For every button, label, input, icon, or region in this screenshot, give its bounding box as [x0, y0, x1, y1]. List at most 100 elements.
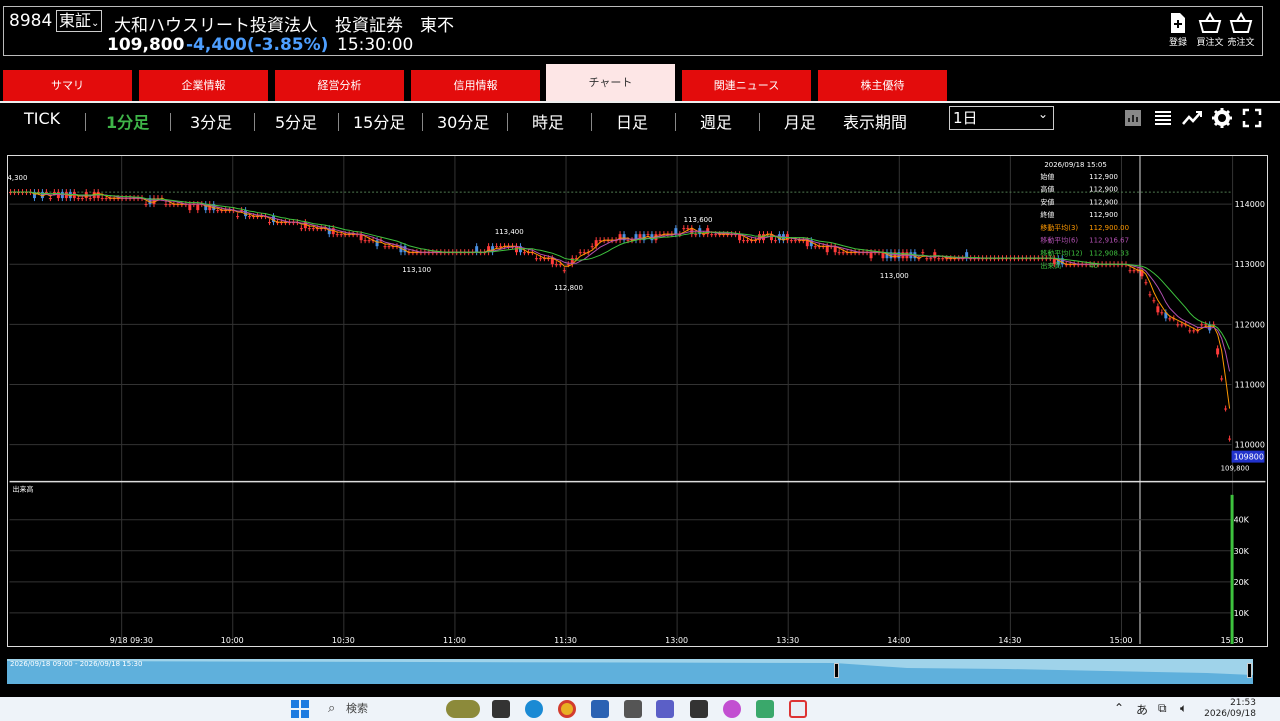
candle — [710, 234, 714, 236]
period-15min[interactable]: 15分足 — [353, 109, 405, 133]
candle — [566, 264, 570, 266]
notepad-icon[interactable] — [591, 700, 609, 718]
period-5min[interactable]: 5分足 — [275, 109, 317, 133]
navigator-handle-left[interactable] — [834, 663, 839, 678]
candle — [299, 228, 303, 230]
task-view-icon[interactable] — [492, 700, 510, 718]
candle — [742, 240, 746, 242]
bar-chart-icon[interactable] — [1122, 107, 1144, 129]
app-icon[interactable] — [756, 700, 774, 718]
candle — [1156, 306, 1160, 313]
candle — [88, 198, 92, 200]
gear-icon[interactable] — [1211, 107, 1233, 129]
candle — [1216, 348, 1220, 355]
divider — [591, 113, 592, 131]
ime-indicator[interactable]: あ — [1136, 701, 1148, 718]
tab-benefits[interactable]: 株主優待 — [818, 70, 947, 101]
basket-buy-icon — [1198, 12, 1222, 33]
candle — [387, 246, 391, 248]
navigator-handle-right[interactable] — [1247, 663, 1252, 678]
price-chart[interactable]: 114000 113000 112000 111000 110000 9/18 09:30… — [7, 155, 1268, 647]
edge-browser-icon[interactable] — [525, 700, 543, 718]
network-icon[interactable]: ⧉ — [1158, 701, 1167, 716]
candle — [1148, 294, 1152, 296]
candle — [48, 198, 52, 200]
speaker-icon[interactable]: 🔈︎ — [1180, 701, 1187, 716]
candle — [216, 210, 220, 212]
candle — [578, 252, 582, 254]
taskbar-search[interactable]: ⌕ 検索 — [320, 699, 440, 719]
info-value: 112,908.33 — [1089, 249, 1129, 257]
tab-analysis[interactable]: 経営分析 — [275, 70, 404, 101]
market-select[interactable]: 東証⌄ — [56, 10, 103, 32]
candle — [793, 240, 797, 242]
fullscreen-icon[interactable] — [1241, 107, 1263, 129]
x-tick-label: 9/18 09:30 — [110, 636, 153, 645]
taskbar-clock[interactable]: 21:53 2026/09/18 — [1204, 698, 1256, 720]
chrome-browser-icon[interactable] — [558, 700, 576, 718]
candle — [929, 258, 933, 260]
price-change: -4,400(-3.85%) — [186, 35, 329, 55]
candle — [925, 258, 929, 260]
candle — [1152, 300, 1156, 302]
candle — [100, 198, 104, 200]
period-3min[interactable]: 3分足 — [190, 109, 232, 133]
basket-sell-icon — [1229, 12, 1253, 33]
candle — [841, 252, 845, 254]
candle — [1224, 408, 1228, 410]
windows-start-icon[interactable] — [291, 700, 309, 718]
tab-margin[interactable]: 信用情報 — [411, 70, 540, 101]
trend-line-icon[interactable] — [1181, 107, 1203, 129]
tab-news[interactable]: 関連ニュース — [682, 70, 811, 101]
period-monthly[interactable]: 月足 — [784, 109, 816, 133]
info-value: 112,900 — [1089, 211, 1118, 219]
info-label: 終値 — [1040, 210, 1054, 219]
list-icon[interactable] — [1152, 107, 1174, 129]
candle — [1176, 324, 1180, 326]
info-label: 移動平均(12) — [1040, 248, 1082, 257]
clock-time: 21:53 — [1230, 698, 1256, 708]
x-tick-label: 15:00 — [1110, 636, 1133, 645]
tab-summary[interactable]: サマリ — [3, 70, 132, 101]
divider — [254, 113, 255, 131]
info-value: 112,900 — [1089, 173, 1118, 181]
candle — [682, 228, 686, 230]
app-icon-2[interactable] — [789, 700, 807, 718]
period-hourly[interactable]: 時足 — [532, 109, 564, 133]
candle — [538, 258, 542, 260]
range-navigator[interactable]: 2026/09/18 09:00 - 2026/09/18 15:30 — [7, 659, 1253, 684]
volume-tick-label: 30K — [1234, 547, 1250, 556]
tab-company[interactable]: 企業情報 — [139, 70, 268, 101]
period-1min[interactable]: 1分足 — [106, 109, 149, 133]
candle — [658, 234, 662, 236]
candle — [1144, 282, 1148, 284]
tab-chart[interactable]: チャート — [546, 64, 675, 102]
candle — [674, 228, 678, 235]
register-label: 登録 — [1168, 38, 1187, 48]
period-tick[interactable]: TICK — [24, 109, 60, 128]
candle — [104, 198, 108, 200]
period-30min[interactable]: 30分足 — [437, 109, 489, 133]
sell-order-button[interactable]: 売注文 — [1223, 12, 1259, 48]
info-label: 高値 — [1040, 185, 1054, 194]
document-plus-icon — [1171, 13, 1185, 33]
x-tick-label: 10:00 — [221, 636, 244, 645]
candle — [1192, 330, 1196, 332]
range-select[interactable]: 1日 — [949, 103, 1054, 130]
x-tick-label: 13:30 — [776, 636, 799, 645]
period-weekly[interactable]: 週足 — [700, 109, 732, 133]
snip-tool-icon[interactable] — [690, 700, 708, 718]
teams-icon[interactable] — [656, 700, 674, 718]
calculator-icon[interactable] — [624, 700, 642, 718]
candle — [582, 252, 586, 254]
widget-icon[interactable] — [446, 700, 480, 718]
candle — [52, 192, 56, 194]
candle — [499, 246, 503, 248]
candle — [598, 240, 602, 242]
copilot-icon[interactable] — [723, 700, 741, 718]
period-daily[interactable]: 日足 — [616, 109, 648, 133]
chevron-up-icon[interactable]: ⌃ — [1114, 701, 1124, 715]
candle — [383, 246, 387, 248]
register-button[interactable]: 登録 — [1160, 12, 1196, 48]
x-tick-label: 10:30 — [332, 636, 355, 645]
